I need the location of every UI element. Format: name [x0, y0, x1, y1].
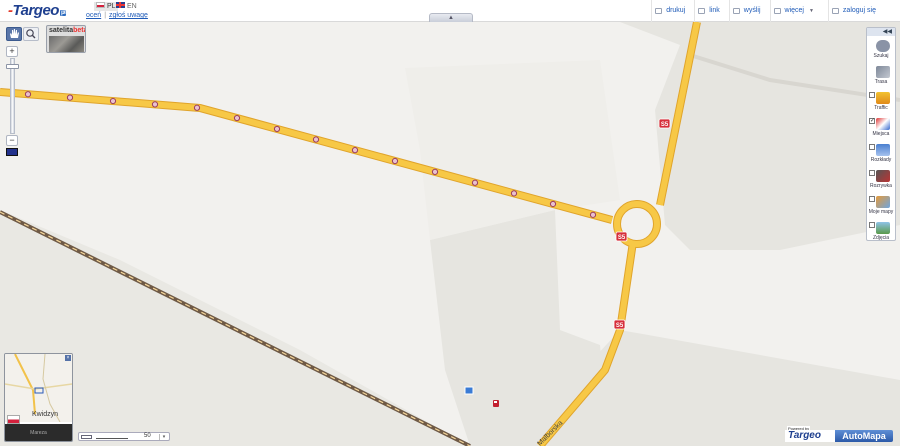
timetables-checkbox[interactable] [869, 144, 875, 150]
scale-line [96, 438, 128, 439]
photos-checkbox[interactable] [869, 222, 875, 228]
search-icon [876, 40, 890, 52]
collapse-handle[interactable]: ▲ [429, 13, 473, 22]
timetable-icon [876, 144, 890, 156]
scale-value: 50 [144, 433, 151, 439]
send-button[interactable]: wyślij [728, 0, 770, 22]
tool-traffic[interactable]: Traffic [867, 90, 895, 115]
poland-flag-icon [96, 2, 105, 8]
targeo-logo: Targeo [785, 430, 835, 442]
report-link[interactable]: zgłoś uwagę [109, 12, 148, 19]
hand-icon [10, 29, 19, 38]
road-marker [66, 94, 74, 101]
collapse-panel-button[interactable]: ◀◀ [867, 28, 895, 36]
uk-flag-icon [116, 2, 125, 8]
link-button[interactable]: link [694, 0, 729, 22]
fuel-station-icon[interactable] [493, 400, 499, 407]
powered-by-badge[interactable]: Powered by Targeo AutoMapa [784, 426, 894, 442]
pan-hand-button[interactable] [6, 27, 22, 41]
tool-entertainment[interactable]: Rozrywka [867, 168, 895, 193]
entertainment-checkbox[interactable] [869, 170, 875, 176]
link-icon [698, 8, 706, 14]
eu-flag-icon [6, 148, 18, 156]
print-icon [655, 8, 663, 14]
map-canvas[interactable]: S5 S5 S5 Malborska [0, 22, 900, 446]
photos-icon [876, 222, 890, 234]
road-marker [431, 168, 439, 175]
zoom-slider-thumb[interactable] [6, 63, 19, 69]
scale-bar[interactable]: 50 ▾ [78, 432, 170, 441]
tool-panel: ◀◀ Szukaj Trasa Traffic ✓ Miejsca Rozkład… [866, 27, 896, 241]
road-shield: S5 [615, 231, 628, 242]
road-shield: S5 [613, 319, 626, 330]
road-marker [233, 114, 241, 122]
minimap-close-icon[interactable]: × [65, 355, 71, 361]
rate-link[interactable]: oceń [86, 12, 101, 19]
road-marker [589, 211, 597, 218]
building-poi-icon[interactable] [464, 386, 474, 395]
zoom-box-button[interactable] [23, 27, 39, 41]
road-marker [549, 200, 557, 208]
poland-flag-icon [7, 415, 20, 424]
tool-photos[interactable]: Zdjęcia [867, 220, 895, 245]
zoom-out-button[interactable]: − [6, 135, 18, 146]
scale-ruler-icon [81, 435, 92, 439]
road-marker [193, 104, 201, 111]
logo-tld: pl [59, 10, 67, 16]
lang-en-button[interactable]: EN [116, 2, 137, 11]
places-icon [876, 118, 890, 130]
route-icon [876, 66, 890, 78]
top-bar: -Targeo pl PL EN oceń | zgłoś uwagę ▲ druku… [0, 0, 900, 22]
road-marker [151, 101, 159, 108]
svg-text:S5: S5 [616, 323, 624, 329]
send-icon [732, 8, 740, 14]
login-button[interactable]: zaloguj się [827, 0, 900, 22]
my-maps-icon [876, 196, 890, 208]
road-marker [273, 125, 281, 133]
road-marker [109, 97, 117, 105]
automapa-logo: AutoMapa [835, 430, 893, 442]
header-actions: drukuj link wyślij więcej ▼ zaloguj się [651, 0, 900, 22]
satellite-toggle[interactable]: satelitabeta [46, 25, 86, 53]
feedback-links: oceń | zgłoś uwagę [86, 12, 148, 19]
more-button[interactable]: więcej ▼ [769, 0, 828, 22]
road-shield: S5 [658, 118, 671, 129]
minimap-region-label: Mareza [5, 424, 72, 441]
tool-my-maps[interactable]: Moje mapy [867, 194, 895, 219]
traffic-icon [876, 92, 890, 104]
more-icon [773, 8, 781, 14]
tool-route[interactable]: Trasa [867, 64, 895, 89]
road-marker [510, 190, 518, 197]
svg-text:S5: S5 [661, 122, 669, 128]
my-maps-checkbox[interactable] [869, 196, 875, 202]
tool-places[interactable]: ✓ Miejsca [867, 116, 895, 141]
road-marker [312, 136, 320, 143]
traffic-checkbox[interactable] [869, 92, 875, 98]
entertainment-icon [876, 170, 890, 182]
targeo-logo[interactable]: -Targeo pl [8, 2, 67, 19]
overview-minimap[interactable]: × Kwidzyn Mareza [4, 353, 73, 442]
lang-pl-button[interactable]: PL [94, 2, 118, 11]
scale-dropdown[interactable]: ▾ [159, 434, 168, 440]
magnifier-icon [26, 29, 36, 39]
print-button[interactable]: drukuj [651, 0, 694, 22]
zoom-slider-track[interactable] [10, 58, 15, 134]
chevron-down-icon: ▼ [808, 8, 814, 14]
minimap-city-label: Kwidzyn [32, 411, 59, 418]
tool-timetables[interactable]: Rozkłady [867, 142, 895, 167]
svg-text:S5: S5 [618, 235, 626, 241]
places-checkbox[interactable]: ✓ [869, 118, 875, 124]
road-marker [351, 147, 359, 154]
zoom-in-button[interactable]: + [6, 46, 18, 57]
user-icon [831, 8, 839, 14]
road-marker [471, 179, 479, 186]
tool-search[interactable]: Szukaj [867, 38, 895, 63]
road-marker [24, 91, 32, 98]
road-marker [391, 157, 399, 165]
satellite-thumbnail [49, 36, 84, 52]
